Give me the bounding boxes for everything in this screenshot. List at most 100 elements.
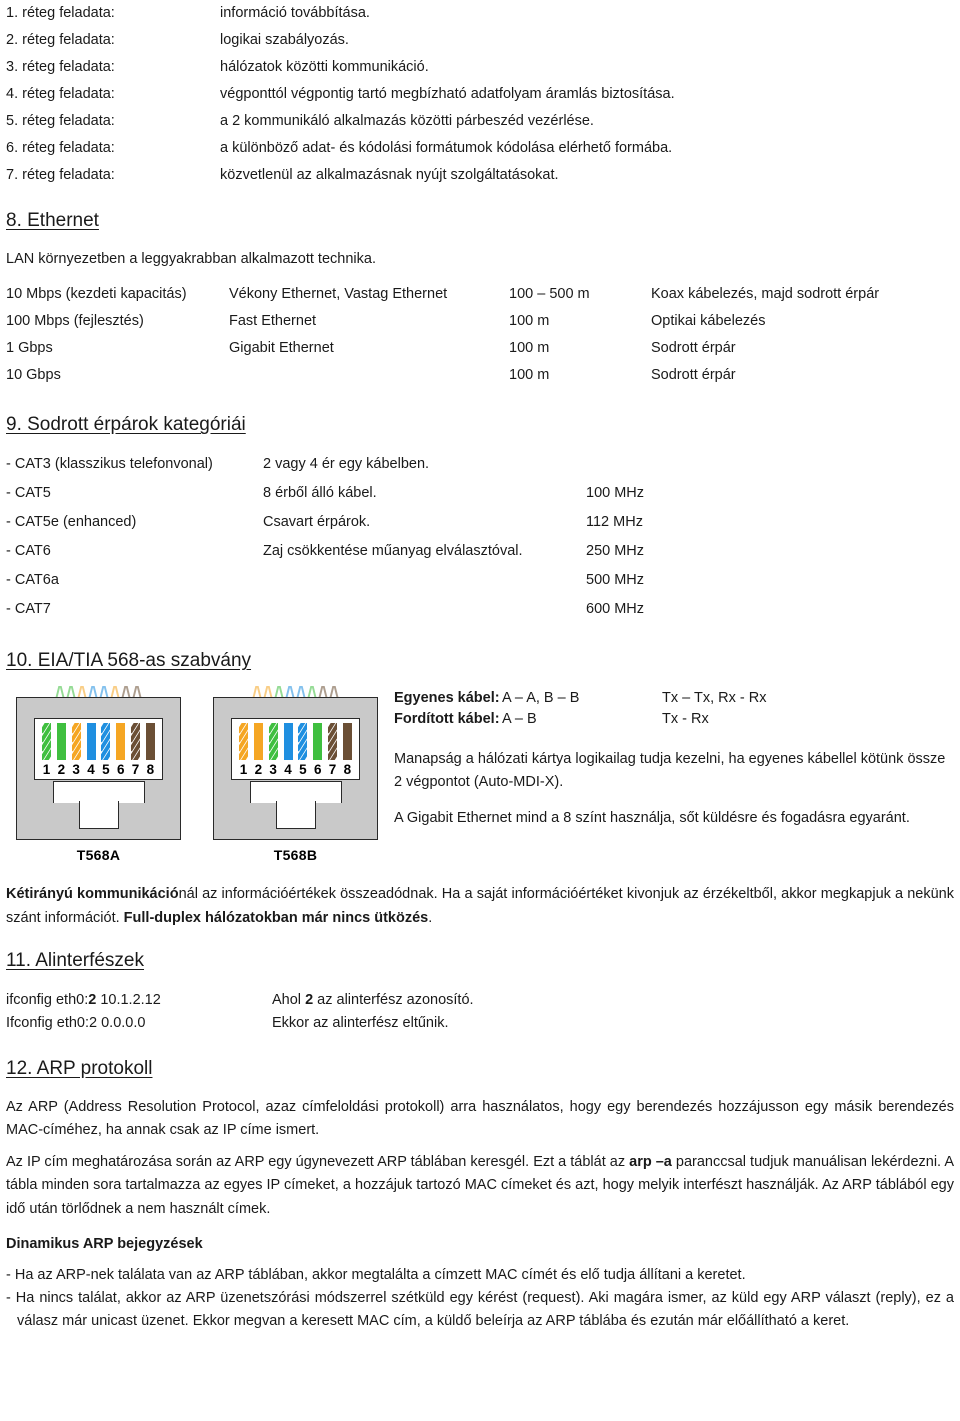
connector-pin: 5	[100, 723, 111, 779]
connector-pin: 2	[56, 723, 67, 779]
contact-lead-icon	[330, 686, 339, 697]
list-item: - Ha az ARP-nek találata van az ARP tábl…	[6, 1266, 746, 1283]
osi-layer-label: 7. réteg feladata:	[6, 167, 115, 183]
section-heading-arp: 12. ARP protokoll	[6, 1057, 153, 1079]
table-row: Fordított kábel: A – B Tx - Rx	[394, 711, 954, 732]
table-row: Ifconfig eth0:2 0.0.0.0 Ekkor az alinter…	[6, 1015, 954, 1038]
connector-pin: 4	[283, 723, 294, 779]
table-row: - CAT5 8 érből álló kábel. 100 MHz	[6, 485, 954, 514]
table-row: Egyenes kábel: A – A, B – B Tx – Tx, Rx …	[394, 690, 954, 711]
subinterface-command: ifconfig eth0:2 10.1.2.12	[6, 992, 272, 1008]
category-frequency: 100 MHz	[586, 485, 645, 502]
duplex-bold-end: Full-duplex hálózatokban már nincs ütköz…	[123, 909, 429, 926]
connector-pin: 8	[145, 723, 156, 779]
connector-pin: 3	[71, 723, 82, 779]
wire-swatch	[42, 723, 51, 761]
subinterface-command: Ifconfig eth0:2 0.0.0.0	[6, 1015, 272, 1031]
wire-swatch	[253, 723, 263, 761]
contact-lead-icon	[253, 686, 262, 697]
connector-pin: 3	[268, 723, 279, 779]
pin-number: 6	[116, 762, 125, 778]
table-row: 1 Gbps Gigabit Ethernet 100 m Sodrott ér…	[6, 340, 954, 367]
subinterface-table: ifconfig eth0:2 10.1.2.12 Ahol 2 az alin…	[6, 992, 954, 1038]
table-row: - CAT3 (klasszikus telefonvonal) 2 vagy …	[6, 456, 954, 485]
pin-number: 2	[254, 762, 263, 778]
table-row: - CAT6 Zaj csökkentése műanyag elválaszt…	[6, 543, 954, 572]
section-heading-eia-tia: 10. EIA/TIA 568-as szabvány	[6, 650, 252, 672]
contact-lead-icon	[286, 686, 295, 697]
wire-swatch	[313, 723, 323, 761]
pin-number: 8	[343, 762, 352, 778]
wire-swatch	[342, 723, 352, 761]
contact-lead-icon	[78, 686, 87, 697]
table-row: ifconfig eth0:2 10.1.2.12 Ahol 2 az alin…	[6, 992, 954, 1015]
contact-lead-icon	[297, 686, 306, 697]
connector-pin: 7	[327, 723, 338, 779]
note-prefix: Ekkor az alinterfész eltűnik.	[272, 1014, 449, 1031]
wire-swatch	[268, 723, 278, 761]
wire-swatch	[56, 723, 66, 761]
cable-type-notes: Egyenes kábel: A – A, B – B Tx – Tx, Rx …	[378, 684, 954, 829]
ethernet-speed: 10 Mbps (kezdeti kapacitás)	[6, 286, 187, 303]
section-arp: 12. ARP protokoll	[6, 1058, 954, 1080]
cable-category-table: - CAT3 (klasszikus telefonvonal) 2 vagy …	[6, 456, 954, 630]
connector-pin: 8	[342, 723, 353, 779]
category-name: - CAT6	[6, 543, 51, 560]
note-prefix: Ahol	[272, 991, 306, 1008]
contact-lead-icon	[89, 686, 98, 697]
arp-table-paragraph: Az IP cím meghatározása során az ARP egy…	[6, 1151, 954, 1221]
osi-layer-label: 4. réteg feladata:	[6, 86, 115, 102]
cable-pairing: A – B	[502, 711, 537, 728]
osi-layer-row: 7. réteg feladata: közvetlenül az alkalm…	[6, 167, 954, 194]
table-row: 10 Gbps 100 m Sodrott érpár	[6, 367, 954, 394]
wire-swatch	[145, 723, 155, 761]
connector-contact-leads	[16, 684, 181, 697]
table-row: - CAT5e (enhanced) Csavart érpárok. 112 …	[6, 514, 954, 543]
command-prefix: ifconfig eth0:	[6, 991, 89, 1008]
ethernet-media: Sodrott érpár	[651, 367, 736, 384]
osi-layer-row: 6. réteg feladata: a különböző adat- és …	[6, 140, 954, 167]
ethernet-media: Koax kábelezés, majd sodrott érpár	[651, 286, 880, 303]
category-description: 8 érből álló kábel.	[263, 485, 377, 502]
table-row: 100 Mbps (fejlesztés) Fast Ethernet 100 …	[6, 313, 954, 340]
osi-layer-row: 5. réteg feladata: a 2 kommunikáló alkal…	[6, 113, 954, 140]
subinterface-note: Ahol 2 az alinterfész azonosító.	[272, 992, 954, 1008]
connector-latch	[52, 781, 145, 830]
rj45-connector-t568a: 1 2 3 4 5 6 7 8 T568A	[16, 684, 181, 863]
auto-mdix-paragraph: Manapság a hálózati kártya logikailag tu…	[394, 751, 946, 790]
pin-number: 7	[131, 762, 140, 778]
arp-command: arp –a	[629, 1153, 672, 1170]
category-description: Zaj csökkentése műanyag elválasztóval.	[263, 543, 523, 560]
connector-housing: 1 2 3 4 5 6 7 8	[213, 697, 378, 841]
section-heading-subinterfaces: 11. Alinterfészek	[6, 950, 145, 971]
osi-layer-description: végponttól végpontig tartó megbízható ad…	[220, 86, 675, 102]
connector-housing: 1 2 3 4 5 6 7 8	[16, 697, 181, 841]
category-frequency: 500 MHz	[586, 572, 645, 589]
wire-swatch	[131, 723, 141, 761]
wire-swatch	[71, 723, 81, 761]
osi-layer-list: 1. réteg feladata: információ továbbítás…	[6, 0, 954, 194]
subinterface-note: Ekkor az alinterfész eltűnik.	[272, 1015, 954, 1031]
table-row: 10 Mbps (kezdeti kapacitás) Vékony Ether…	[6, 286, 954, 313]
rj45-connector-t568b: 1 2 3 4 5 6 7 8 T568B	[213, 684, 378, 863]
pin-number: 7	[328, 762, 337, 778]
connector-contact-leads	[213, 684, 378, 697]
table-row: - CAT7 600 MHz	[6, 601, 954, 630]
dynamic-arp-heading: Dinamikus ARP bejegyzések	[6, 1236, 203, 1253]
osi-layer-label: 3. réteg feladata:	[6, 59, 115, 75]
osi-layer-description: a 2 kommunikáló alkalmazás közötti párbe…	[220, 113, 594, 129]
bidirectional-communication-paragraph: Kétirányú kommunikációnál az információé…	[6, 883, 954, 930]
osi-layer-description: hálózatok közötti kommunikáció.	[220, 59, 429, 75]
pin-number: 5	[299, 762, 307, 778]
wire-swatch	[239, 723, 248, 761]
connector-pin-window: 1 2 3 4 5 6 7 8	[34, 718, 163, 781]
category-frequency: 250 MHz	[586, 543, 645, 560]
table-row: - CAT6a 500 MHz	[6, 572, 954, 601]
ethernet-intro-text: LAN környezetben a leggyakrabban alkalma…	[6, 250, 376, 267]
list-item: - Ha nincs találat, akkor az ARP üzenets…	[6, 1289, 954, 1329]
contact-lead-icon	[67, 686, 76, 697]
ethernet-distance: 100 – 500 m	[509, 286, 590, 303]
category-name: - CAT5e (enhanced)	[6, 514, 137, 531]
contact-lead-icon	[111, 686, 120, 697]
ethernet-distance: 100 m	[509, 367, 550, 384]
